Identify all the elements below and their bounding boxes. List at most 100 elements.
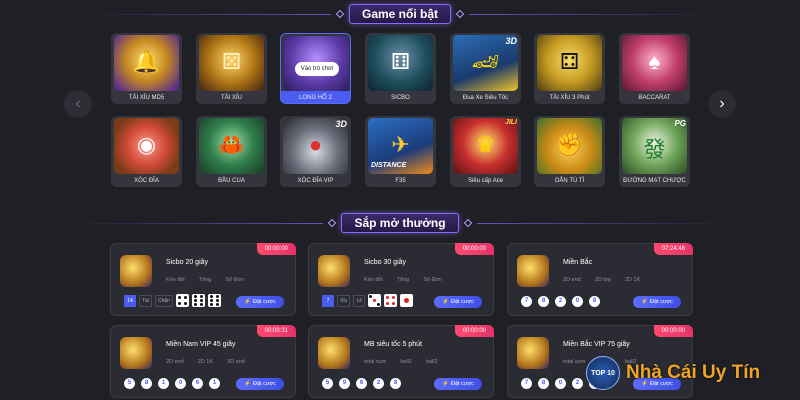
place-bet-button[interactable]: ⚡ Đặt cược bbox=[236, 378, 284, 390]
game-tile-xoc-dia-vip[interactable]: ● 3D XÓC ĐĨA VIP bbox=[280, 116, 351, 187]
bet-type[interactable]: ball2 bbox=[426, 359, 438, 365]
bet-type[interactable]: Số Đơn bbox=[225, 277, 244, 283]
game-tile-tai-xiu-md5[interactable]: 🔔 TÀI XỈU MD5 bbox=[111, 33, 182, 104]
place-bet-button[interactable]: ⚡ Đặt cược bbox=[633, 296, 681, 308]
die-three-icon bbox=[368, 294, 382, 307]
xoc-dia-plate-icon: ◉ bbox=[114, 118, 179, 174]
bet-label: Đặt cược bbox=[252, 381, 276, 387]
bet-type[interactable]: ball1 bbox=[400, 359, 412, 365]
game-name: TÀI XỈU 3 Phút bbox=[549, 95, 590, 101]
lottery-card-mb-sieu-toc[interactable]: MB siêu tốc 5 phút 00:00:00 total sum ba… bbox=[308, 325, 494, 398]
divider-left bbox=[80, 13, 331, 15]
divider-left bbox=[73, 222, 324, 224]
result-ball: 1 bbox=[209, 378, 220, 389]
card-title: Miền Bắc VIP 75 giây bbox=[563, 341, 630, 348]
game-name: BACCARAT bbox=[638, 95, 671, 101]
game-tile-f35[interactable]: ✈ DISTANCE F35 bbox=[365, 116, 436, 187]
sicbo-cup-icon: ⚅ bbox=[368, 35, 433, 91]
place-bet-button[interactable]: ⚡ Đặt cược bbox=[236, 296, 284, 308]
game-tile-dua-xe[interactable]: 🏎 3D Đua Xe Siêu Tốc bbox=[450, 33, 521, 104]
bet-types: Kéo đôi Tổng Số Đơn bbox=[166, 277, 244, 283]
game-tile-tai-xiu-3-phut[interactable]: ⚃ TÀI XỈU 3 Phút bbox=[534, 33, 605, 104]
countdown-timer: 07:24:46 bbox=[653, 243, 693, 255]
carousel-next-button[interactable]: › bbox=[708, 90, 736, 118]
game-tile-long-ho-2[interactable]: Vào trò chơi LONG HỔ 2 bbox=[280, 33, 351, 104]
die-six-icon bbox=[191, 294, 205, 307]
result-ball: 5 bbox=[124, 378, 135, 389]
bet-type[interactable]: 2D 1K bbox=[625, 277, 640, 283]
countdown-timer: 00:00:31 bbox=[256, 325, 296, 337]
result-size: Xỉu bbox=[337, 294, 351, 307]
result-total: 14 bbox=[124, 294, 136, 307]
result-ball: 2 bbox=[572, 378, 583, 389]
result-ball: 1 bbox=[158, 378, 169, 389]
game-name: LONG HỔ 2 bbox=[299, 95, 332, 101]
game-logo-icon bbox=[318, 255, 350, 287]
gold-coins-icon: ✊ bbox=[537, 118, 602, 174]
watermark-text: Nhà Cái Uy Tín bbox=[626, 362, 761, 383]
bet-type[interactable]: Tổng bbox=[199, 277, 212, 283]
countdown-timer: 00:00:00 bbox=[256, 243, 296, 255]
game-badge: PG bbox=[674, 119, 686, 128]
bet-type[interactable]: 2D top bbox=[595, 277, 611, 283]
game-tile-sieu-cap-ace[interactable]: ♛ JILI Siêu cấp Ace bbox=[450, 116, 521, 187]
place-bet-button[interactable]: ⚡ Đặt cược bbox=[434, 378, 482, 390]
lottery-card-sicbo-20[interactable]: Sicbo 20 giây 00:00:00 Kéo đôi Tổng Số Đ… bbox=[110, 243, 296, 316]
countdown-timer: 00:00:00 bbox=[653, 325, 693, 337]
bet-type[interactable]: Kéo đôi bbox=[166, 277, 185, 283]
bet-label: Đặt cược bbox=[649, 299, 673, 305]
bet-type[interactable]: Tổng bbox=[397, 277, 410, 283]
game-logo-icon bbox=[318, 337, 350, 369]
divider-right bbox=[469, 13, 719, 15]
die-four-icon bbox=[384, 294, 398, 307]
game-badge: 3D bbox=[335, 119, 347, 129]
game-tile-oan-tu-ti[interactable]: ✊ OẲN TÙ TÌ bbox=[534, 116, 605, 187]
result-parity: Lẻ bbox=[353, 294, 366, 307]
result-ball: 2 bbox=[373, 378, 384, 389]
result-balls: 5 8 1 0 6 1 bbox=[124, 378, 220, 389]
game-tile-bau-cua[interactable]: 🦀 BẦU CUA bbox=[196, 116, 267, 187]
game-tile-xoc-dia[interactable]: ◉ XÓC ĐĨA bbox=[111, 116, 182, 187]
game-tile-sicbo[interactable]: ⚅ SICBO bbox=[365, 33, 436, 104]
diamond-ornament-icon bbox=[335, 9, 345, 19]
lottery-card-mien-bac[interactable]: Miền Bắc 07:24:46 2D end 2D top 2D 1K 7 … bbox=[507, 243, 693, 316]
bet-label: Đặt cược bbox=[252, 299, 276, 305]
lightning-icon: ⚡ bbox=[244, 381, 251, 387]
carousel-prev-button[interactable]: ‹ bbox=[64, 90, 92, 118]
bet-label: Đặt cược bbox=[450, 299, 474, 305]
result-ball: 2 bbox=[555, 296, 566, 307]
lottery-card-sicbo-30[interactable]: Sicbo 30 giây 00:00:00 Kéo đôi Tổng Số Đ… bbox=[308, 243, 494, 316]
lottery-card-mien-nam-vip[interactable]: Miền Nam VIP 45 giây 00:00:31 2D end 2D … bbox=[110, 325, 296, 398]
game-tile-tai-xiu[interactable]: ⚄ TÀI XỈU bbox=[196, 33, 267, 104]
game-tile-baccarat[interactable]: ♠ BACCARAT bbox=[619, 33, 690, 104]
bet-type[interactable]: total sum bbox=[364, 359, 386, 365]
bet-type[interactable]: 3D end bbox=[227, 359, 245, 365]
result-balls: 7 8 2 0 8 bbox=[521, 296, 600, 307]
bet-type[interactable]: 2D end bbox=[166, 359, 184, 365]
jester-hat-icon: ♛ bbox=[453, 118, 518, 174]
result-ball: 6 bbox=[356, 378, 367, 389]
die-six-icon bbox=[207, 294, 221, 307]
bet-type[interactable]: 2D end bbox=[563, 277, 581, 283]
place-bet-button[interactable]: ⚡ Đặt cược bbox=[434, 296, 482, 308]
card-title: Miền Bắc bbox=[563, 259, 593, 266]
die-one-icon bbox=[400, 294, 414, 307]
bet-type[interactable]: Kéo đôi bbox=[364, 277, 383, 283]
baccarat-character-icon: ♠ bbox=[622, 35, 687, 91]
game-tile-duong-mat-chuoc[interactable]: 發 PG ĐƯỜNG MẠT CHƯỢC bbox=[619, 116, 690, 187]
bet-type[interactable]: Số Đơn bbox=[423, 277, 442, 283]
result-row: 14 Tài Chẵn bbox=[124, 294, 221, 307]
card-title: Sicbo 30 giây bbox=[364, 259, 407, 266]
result-ball: 8 bbox=[390, 378, 401, 389]
bet-type[interactable]: 2D 1K bbox=[198, 359, 213, 365]
result-total: 7 bbox=[322, 294, 334, 307]
featured-header: Game nổi bật bbox=[0, 3, 800, 25]
result-ball: 0 bbox=[572, 296, 583, 307]
bet-type[interactable]: total sum bbox=[563, 359, 585, 365]
game-name: F35 bbox=[395, 178, 406, 184]
result-ball: 7 bbox=[521, 378, 532, 389]
enter-game-button[interactable]: Vào trò chơi bbox=[295, 62, 339, 76]
bau-cua-dice-icon: 🦀 bbox=[199, 118, 264, 174]
result-row: 7 Xỉu Lẻ bbox=[322, 294, 414, 307]
countdown-timer: 00:00:00 bbox=[454, 243, 494, 255]
